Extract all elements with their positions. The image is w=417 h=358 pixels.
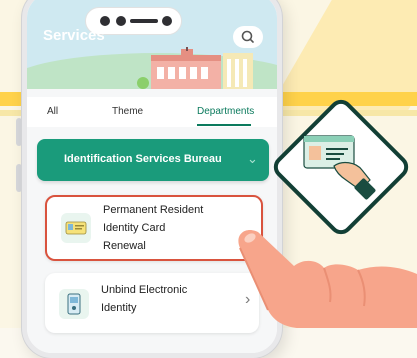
service-title-line: Identity Card (103, 222, 166, 234)
chevron-down-icon: ⌄ (247, 151, 258, 166)
category-tabs: All Theme Departments (27, 97, 277, 127)
service-title-line: Permanent Resident (103, 204, 204, 216)
id-card-badge (268, 94, 414, 240)
tab-departments[interactable]: Departments (197, 106, 254, 117)
electronic-id-icon (59, 289, 89, 319)
app-header: Services (27, 0, 277, 89)
camera-dot (162, 16, 172, 26)
search-icon (241, 30, 254, 43)
tab-theme[interactable]: Theme (112, 106, 143, 117)
id-card-hand-illustration (303, 135, 376, 200)
service-title-line: Identity (101, 302, 137, 314)
search-button[interactable] (233, 26, 263, 48)
bureau-label: Identification Services Bureau (64, 153, 222, 165)
id-card-icon (61, 213, 91, 243)
service-title-line: Unbind Electronic (101, 284, 188, 296)
camera-dot (116, 16, 126, 26)
service-title-line: Renewal (103, 240, 146, 252)
pointing-hand-illustration (238, 230, 417, 328)
building-illustration (137, 47, 253, 89)
camera-dot (100, 16, 110, 26)
active-tab-indicator (197, 124, 251, 126)
speaker-grille (130, 19, 158, 23)
page-title: Services (43, 27, 105, 44)
tab-all[interactable]: All (47, 106, 58, 117)
bureau-header[interactable]: Identification Services Bureau ⌄ (37, 139, 269, 181)
service-item-unbind-eid[interactable]: Unbind Electronic Identity › (45, 273, 259, 333)
